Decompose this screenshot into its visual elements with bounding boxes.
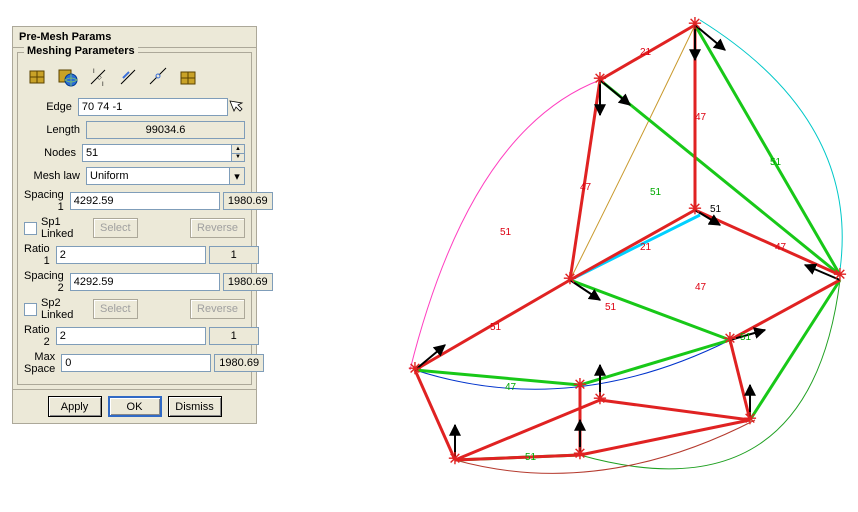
group-label: Meshing Parameters: [24, 45, 138, 57]
spacing2-ref: 1980.69: [223, 273, 273, 291]
nodes-input[interactable]: [82, 144, 232, 162]
sp2-linked-checkbox[interactable]: [24, 303, 37, 316]
dialog-buttons: Apply OK Dismiss: [13, 389, 256, 423]
mesh-viewport[interactable]: ✳ ✳ ✳ ✳ ✳ ✳ ✳ ✳ ✳ ✳ ✳ ✳ 21 47 47 51 51 51 47 4…: [300, 0, 858, 509]
ratio1-ref: 1: [209, 246, 259, 264]
sp2-reverse-button: Reverse: [190, 299, 245, 319]
svg-text:✳: ✳: [573, 446, 586, 463]
edge-link-icon[interactable]: [144, 63, 172, 91]
svg-text:✳: ✳: [688, 201, 701, 218]
edge-num: 21: [640, 47, 652, 58]
meshlaw-select[interactable]: Uniform ▾: [86, 167, 245, 185]
edge-num: 51: [525, 452, 537, 463]
svg-text:◇: ◇: [97, 75, 102, 81]
ratio1-input[interactable]: [56, 246, 206, 264]
spacing1-label: Spacing 1: [24, 189, 70, 213]
edge-num: 51: [740, 332, 752, 343]
ratio2-label: Ratio 2: [24, 324, 56, 348]
svg-text:✳: ✳: [448, 451, 461, 468]
length-label: Length: [24, 124, 86, 136]
maxspace-ref: 1980.69: [214, 354, 264, 372]
nodes-label: Nodes: [24, 147, 82, 159]
apply-button[interactable]: Apply: [48, 396, 102, 417]
svg-text:✳: ✳: [573, 377, 586, 394]
edge-num: 47: [580, 182, 592, 193]
edge-num: 51: [770, 157, 782, 168]
edge-num: 47: [695, 282, 707, 293]
svg-text:51: 51: [710, 204, 722, 215]
nodes-spinner[interactable]: ▲▼: [232, 144, 245, 162]
mesh-globe-icon[interactable]: [54, 63, 82, 91]
sp1-select-button: Select: [93, 218, 138, 238]
ratio1-label: Ratio 1: [24, 243, 56, 267]
ok-button[interactable]: OK: [108, 396, 162, 417]
sp1-reverse-button: Reverse: [190, 218, 245, 238]
edge-num: 47: [775, 242, 787, 253]
pick-edge-icon[interactable]: [228, 99, 245, 115]
ratio2-ref: 1: [209, 327, 259, 345]
svg-text:✳: ✳: [723, 331, 736, 348]
spacing1-input[interactable]: [70, 192, 220, 210]
svg-text:✳: ✳: [833, 267, 846, 284]
spacing2-input[interactable]: [70, 273, 220, 291]
chevron-down-icon: ▾: [229, 168, 244, 184]
sp1-linked-label: Sp1 Linked: [41, 216, 93, 240]
edge-num: 51: [605, 302, 617, 313]
maxspace-label: Max Space: [24, 351, 61, 375]
mesh-block-icon[interactable]: [24, 63, 52, 91]
edge-num: 47: [505, 382, 517, 393]
spacing1-ref: 1980.69: [223, 192, 273, 210]
length-value: 99034.6: [86, 121, 245, 139]
edge-input[interactable]: [78, 98, 228, 116]
meshlaw-label: Mesh law: [24, 170, 86, 182]
svg-text:✳: ✳: [743, 411, 756, 428]
edge-match-icon[interactable]: [114, 63, 142, 91]
svg-text:✳: ✳: [408, 361, 421, 378]
svg-text:✳: ✳: [593, 71, 606, 88]
svg-text:✳: ✳: [688, 16, 701, 33]
edge-num: 21: [640, 242, 652, 253]
spacing2-label: Spacing 2: [24, 270, 70, 294]
svg-text:✳: ✳: [593, 391, 606, 408]
sp2-select-button: Select: [93, 299, 138, 319]
dismiss-button[interactable]: Dismiss: [168, 396, 222, 417]
svg-text:I: I: [93, 69, 95, 75]
toolbar: I◇I: [24, 63, 245, 91]
mesh-block-alt-icon[interactable]: [174, 63, 202, 91]
sp1-linked-checkbox[interactable]: [24, 222, 37, 235]
svg-text:✳: ✳: [563, 271, 576, 288]
edge-label: Edge: [24, 101, 78, 113]
edge-spacing-icon[interactable]: I◇I: [84, 63, 112, 91]
meshing-parameters-group: Meshing Parameters I◇I Edge: [17, 52, 252, 385]
svg-text:I: I: [102, 82, 104, 88]
sp2-linked-label: Sp2 Linked: [41, 297, 93, 321]
pre-mesh-params-dialog: Pre-Mesh Params Meshing Parameters I◇I: [12, 26, 257, 424]
edge-num: 51: [650, 187, 662, 198]
ratio2-input[interactable]: [56, 327, 206, 345]
maxspace-input[interactable]: [61, 354, 211, 372]
edge-num: 47: [695, 112, 707, 123]
edge-num: 51: [500, 227, 512, 238]
edge-num: 51: [490, 322, 502, 333]
